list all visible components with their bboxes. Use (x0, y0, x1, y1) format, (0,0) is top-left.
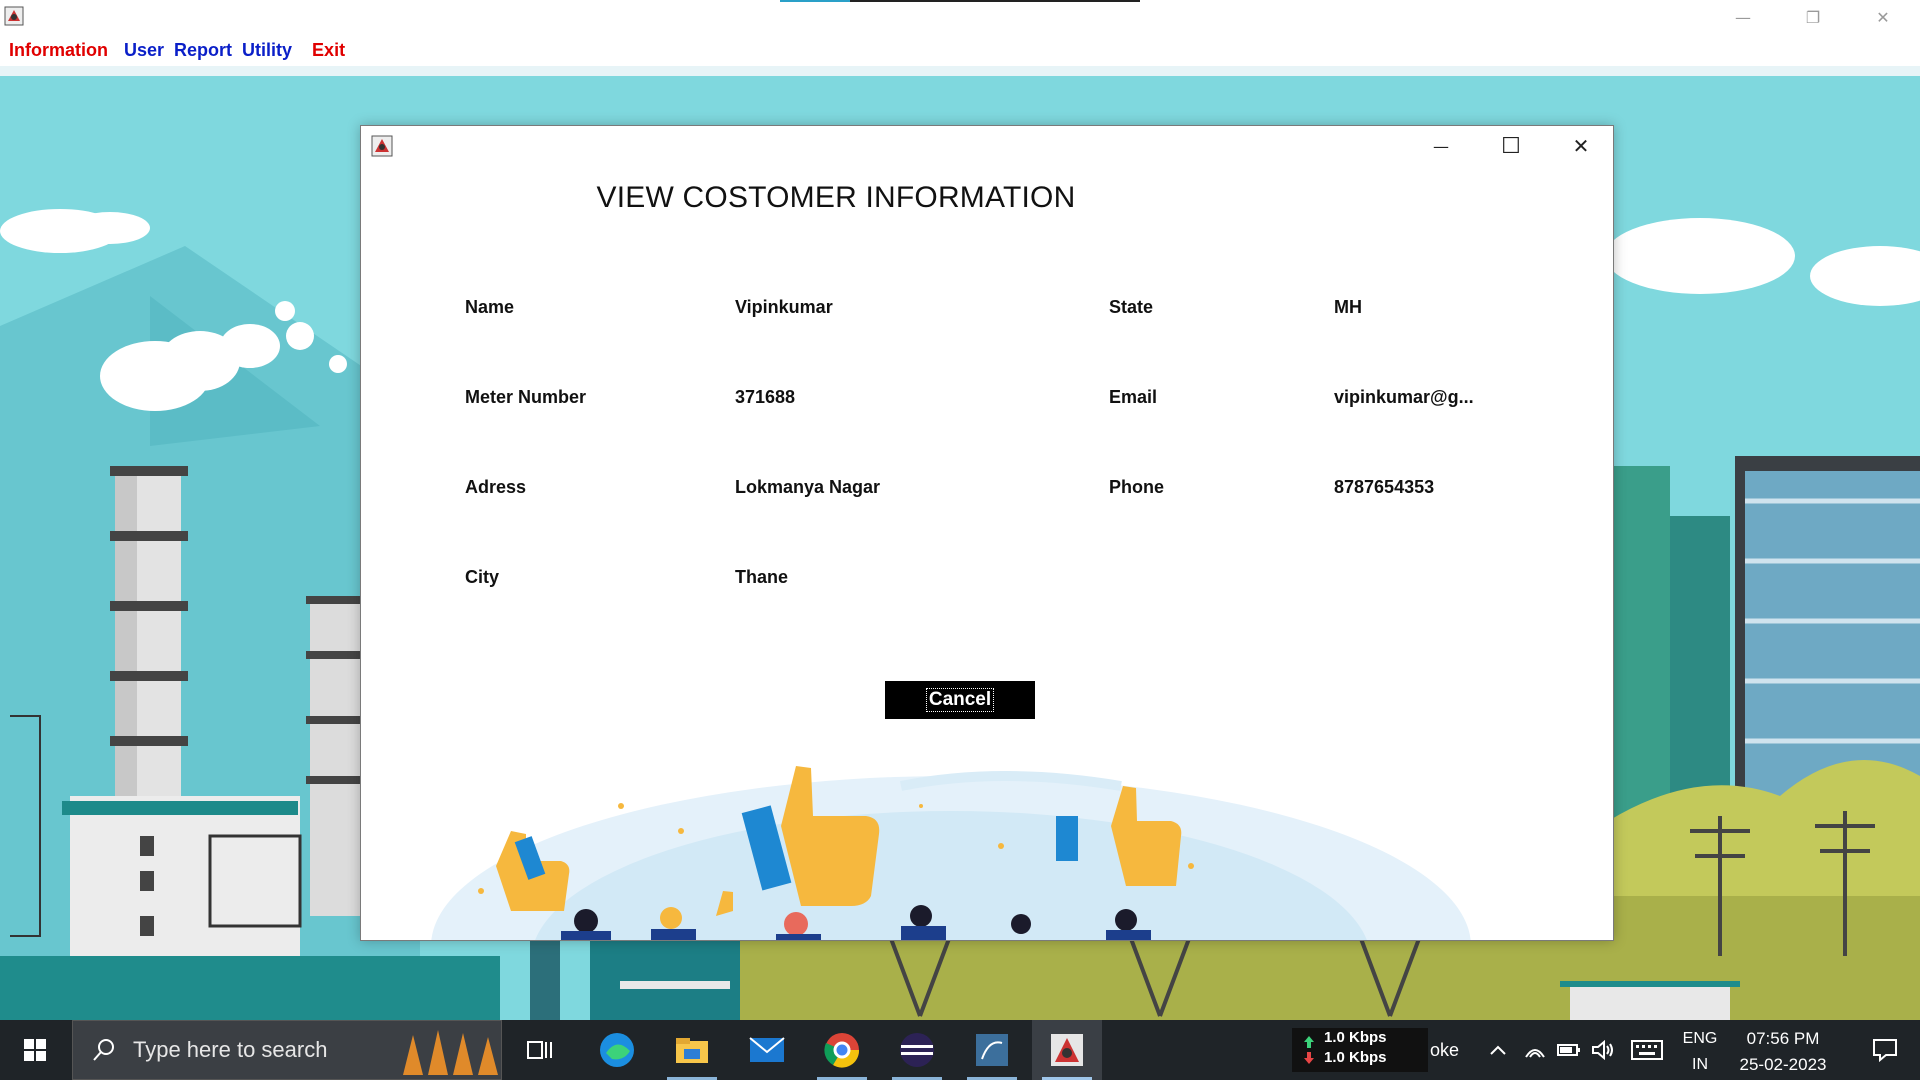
taskbar-progress-strip (780, 0, 1140, 2)
battery-icon (1557, 1044, 1580, 1056)
name-label: Name (465, 297, 515, 317)
phone-value: 8787654353 (1334, 477, 1435, 497)
system-clock[interactable]: 07:56 PM 25-02-2023 (1728, 1026, 1838, 1078)
edge-icon (600, 1033, 634, 1067)
taskbar-search-box[interactable]: Type here to search (72, 1020, 502, 1080)
search-highlight-icon (403, 1030, 498, 1075)
notification-icon (1873, 1039, 1897, 1062)
email-label: Email (1109, 387, 1158, 407)
task-view-icon (527, 1041, 552, 1059)
cancel-button-label: Cancel (925, 688, 995, 712)
speaker-icon (1592, 1040, 1613, 1060)
main-window-titlebar: — ❐ ✕ (0, 0, 1920, 34)
meter-number-label: Meter Number (465, 387, 587, 407)
menu-utility[interactable]: Utility (242, 40, 292, 61)
cancel-button[interactable]: Cancel (885, 681, 1035, 719)
chrome-icon (824, 1033, 860, 1068)
menu-user[interactable]: User (124, 40, 164, 61)
partial-taskbar-text: oke (1430, 1040, 1460, 1060)
volume-button[interactable] (1586, 1020, 1620, 1080)
menu-bar: Information User Report Utility Exit (0, 34, 1920, 67)
email-value: vipinkumar@g... (1334, 387, 1474, 407)
language-code: ENG (1682, 1030, 1718, 1047)
wifi-icon (1525, 1049, 1545, 1058)
start-button[interactable] (0, 1020, 70, 1080)
menu-information[interactable]: Information (9, 40, 108, 61)
touch-keyboard-button[interactable] (1622, 1020, 1672, 1080)
keyboard-icon (1631, 1040, 1663, 1060)
eclipse-icon (900, 1033, 934, 1067)
java-app-taskbar-button[interactable] (1032, 1020, 1102, 1080)
city-value: Thane (735, 567, 789, 587)
chrome-button[interactable] (807, 1020, 877, 1080)
view-customer-dialog: — ☐ ✕ VIEW COSTOMER INFORMATION Name Vip… (360, 125, 1614, 941)
wifi-button[interactable] (1518, 1020, 1552, 1080)
windows-logo-icon (24, 1039, 46, 1061)
main-restore-button[interactable]: ❐ (1784, 0, 1842, 34)
mail-icon (749, 1037, 785, 1062)
address-label: Adress (465, 477, 527, 497)
main-close-button[interactable]: ✕ (1854, 0, 1912, 34)
network-arrows-icon (1304, 1036, 1314, 1064)
clock-date: 25-02-2023 (1739, 1055, 1827, 1074)
state-value: MH (1334, 297, 1362, 317)
show-hidden-icons-button[interactable] (1478, 1020, 1518, 1080)
task-view-button[interactable] (505, 1020, 575, 1080)
dialog-title: VIEW COSTOMER INFORMATION (596, 181, 1076, 214)
state-label: State (1109, 297, 1154, 317)
phone-label: Phone (1109, 477, 1165, 497)
file-explorer-icon (676, 1038, 708, 1063)
java-app-icon (1051, 1034, 1083, 1066)
address-value: Lokmanya Nagar (735, 477, 881, 497)
meter-number-value: 371688 (735, 387, 796, 407)
notifications-button[interactable] (1850, 1020, 1920, 1080)
chevron-up-icon (1490, 1045, 1506, 1055)
java-app-icon (4, 6, 24, 26)
file-explorer-button[interactable] (657, 1020, 727, 1080)
java-app-icon (371, 135, 393, 157)
dialog-maximize-button[interactable]: ☐ (1476, 126, 1546, 166)
mail-button[interactable] (732, 1020, 802, 1080)
menu-exit[interactable]: Exit (312, 40, 345, 61)
menu-bar-gap (0, 66, 1920, 76)
eclipse-button[interactable] (882, 1020, 952, 1080)
name-value: Vipinkumar (735, 297, 833, 317)
mysql-workbench-icon (976, 1034, 1008, 1066)
dialog-minimize-button[interactable]: — (1406, 126, 1476, 166)
windows-taskbar: Type here to search 1.0 Kbps 1.0 Kbps ok… (0, 1020, 1920, 1080)
search-placeholder: Type here to search (133, 1037, 328, 1062)
edge-button[interactable] (582, 1020, 652, 1080)
network-speed-widget: 1.0 Kbps 1.0 Kbps (1292, 1028, 1428, 1072)
menu-report[interactable]: Report (174, 40, 232, 61)
city-label: City (465, 567, 500, 587)
thumbs-up-illustration (431, 766, 1471, 940)
dialog-close-button[interactable]: ✕ (1546, 126, 1613, 166)
region-code: IN (1692, 1056, 1708, 1073)
mysql-workbench-button[interactable] (957, 1020, 1027, 1080)
battery-button[interactable] (1552, 1020, 1586, 1080)
clock-time: 07:56 PM (1746, 1029, 1820, 1048)
main-minimize-button[interactable]: — (1714, 0, 1772, 34)
search-icon (93, 1039, 114, 1061)
input-language[interactable]: ENG IN (1680, 1026, 1720, 1078)
